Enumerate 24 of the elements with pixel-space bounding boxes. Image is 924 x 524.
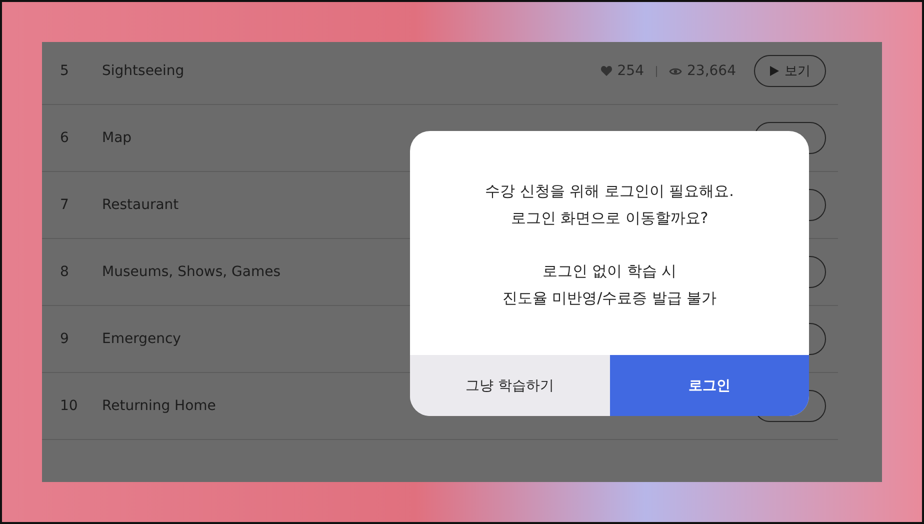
lesson-title: Returning Home	[102, 398, 216, 414]
lesson-number: 7	[59, 197, 70, 213]
lesson-number: 5	[59, 63, 70, 79]
play-icon	[770, 66, 778, 76]
dialog-note: 로그인 없이 학습 시	[542, 261, 677, 282]
dialog-note: 진도율 미반영/수료증 발급 불가	[502, 288, 717, 309]
view-count: 23,664	[687, 63, 736, 79]
continue-without-login-button[interactable]: 그냥 학습하기	[410, 355, 610, 416]
lesson-title: Map	[102, 130, 132, 146]
dialog-message: 로그인 화면으로 이동할까요?	[510, 208, 708, 229]
lesson-title: Restaurant	[102, 197, 179, 213]
lesson-number: 9	[59, 331, 70, 347]
lesson-number: 8	[59, 264, 70, 280]
eye-icon	[669, 66, 682, 76]
view-button[interactable]: 보기	[754, 55, 826, 87]
dialog-message: 수강 신청을 위해 로그인이 필요해요.	[485, 181, 734, 202]
heart-icon	[601, 66, 612, 76]
like-count: 254	[617, 63, 644, 79]
lesson-number: 10	[59, 398, 79, 414]
lesson-title: Museums, Shows, Games	[102, 264, 281, 280]
lesson-title: Sightseeing	[102, 63, 184, 79]
lesson-title: Emergency	[102, 331, 181, 347]
lesson-number: 6	[59, 130, 70, 146]
login-button[interactable]: 로그인	[610, 355, 809, 416]
